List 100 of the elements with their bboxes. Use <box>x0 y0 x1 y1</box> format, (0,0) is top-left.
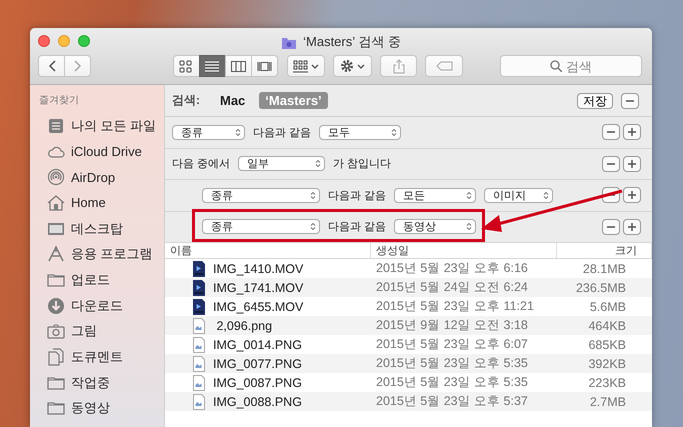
close-button[interactable] <box>38 35 50 47</box>
movie-file-icon <box>193 260 205 276</box>
sidebar-item[interactable]: 데스크탑 <box>39 216 164 242</box>
updown-icon <box>466 222 472 232</box>
add-button[interactable] <box>623 218 641 235</box>
updown-icon <box>543 190 550 200</box>
tag-icon <box>436 61 452 71</box>
sidebar-item[interactable]: Home <box>39 190 164 216</box>
view-mode-button[interactable] <box>225 55 252 77</box>
sidebar-item[interactable]: 동영상 <box>39 396 164 422</box>
popup-menu[interactable]: 이미지 <box>484 188 554 203</box>
sidebar-item[interactable]: 다운로드 <box>39 292 164 318</box>
view-mode-button[interactable] <box>173 55 200 77</box>
popup-menu[interactable]: 모두 <box>319 124 402 140</box>
columns-icon <box>231 60 246 72</box>
sidebar-item[interactable]: iCloud Drive <box>39 138 164 164</box>
size-cell-text: 464KB <box>587 318 627 332</box>
minus-icon <box>626 100 634 102</box>
file-name[interactable]: IMG_6455.MOV <box>165 298 365 314</box>
file-name[interactable]: 2,096.png <box>165 318 365 334</box>
size-cell-text: 392KB <box>587 356 627 370</box>
size-cell-text: 236.5MB <box>574 280 627 294</box>
date-cell-text: 2015년 5월 23일 오후 6:07 <box>375 336 529 353</box>
group-suffix-label: 가 참입니다 <box>333 157 392 172</box>
add-button[interactable] <box>623 156 641 172</box>
operator-label: 다음과 같음 <box>253 126 312 140</box>
search-field[interactable]: 검색 <box>500 55 642 77</box>
sidebar-item[interactable]: 나의 모든 파일 <box>39 113 164 139</box>
updown-icon <box>310 222 316 232</box>
remove-button[interactable] <box>602 218 620 235</box>
save-button[interactable]: 저장 <box>577 92 613 108</box>
view-mode-button[interactable] <box>251 55 278 77</box>
minus-icon <box>607 194 615 196</box>
sidebar-item[interactable]: 작업중 <box>39 370 164 396</box>
group-prefix-label: 다음 중에서 <box>172 157 230 172</box>
chevron-left-icon <box>46 59 56 73</box>
grid-icon <box>179 60 194 72</box>
file-name[interactable]: IMG_1741.MOV <box>165 280 365 296</box>
file-name[interactable]: IMG_0014.PNG <box>165 336 365 352</box>
popup-menu[interactable]: 종류 <box>202 188 320 203</box>
plus-icon <box>628 191 636 200</box>
file-name[interactable]: IMG_0087.PNG <box>165 374 365 390</box>
operator-label: 다음과 같음 <box>328 220 386 234</box>
sidebar-item[interactable]: 도큐멘트 <box>39 344 164 370</box>
file-name[interactable]: IMG_0088.PNG <box>165 394 365 410</box>
date-cell-text: 2015년 9월 12일 오전 3:18 <box>375 317 529 334</box>
size-cell-text: 2.7MB <box>588 394 627 408</box>
camera-icon <box>47 322 65 340</box>
date-cell-text: 2015년 5월 23일 오후 5:37 <box>375 393 529 410</box>
document-tray-icon <box>47 116 65 135</box>
size-cell-text: 223KB <box>587 376 627 390</box>
column-header[interactable]: 크기 <box>557 243 652 258</box>
popup-menu[interactable]: 모든 <box>394 188 476 203</box>
sidebar-item[interactable]: 그림 <box>39 318 164 344</box>
minus-icon <box>607 162 615 165</box>
list-icon <box>205 60 220 72</box>
search-scope-button[interactable]: Mac <box>214 92 252 109</box>
download-icon <box>47 296 65 315</box>
arrange-button[interactable] <box>287 55 325 77</box>
sidebar-item[interactable]: 응용 프로그램 <box>39 241 164 268</box>
date-cell-text: 2015년 5월 23일 오후 5:35 <box>375 374 529 391</box>
date-cell-text: 2015년 5월 23일 오후 5:35 <box>375 355 529 372</box>
popup-menu[interactable]: 일부 <box>238 156 326 172</box>
remove-button[interactable] <box>602 156 620 172</box>
documents-icon <box>47 348 65 366</box>
add-button[interactable] <box>623 187 641 204</box>
file-name[interactable]: IMG_1410.MOV <box>165 260 365 276</box>
date-cell-text: 2015년 5월 24일 오전 6:24 <box>375 279 529 296</box>
date-cell-text: 2015년 5월 23일 오후 6:16 <box>375 260 529 277</box>
cover-flow-icon <box>257 60 272 72</box>
updown-icon <box>235 128 241 137</box>
column-header[interactable]: 생성일 <box>371 243 557 258</box>
remove-button[interactable] <box>602 124 620 140</box>
popup-menu[interactable]: 종류 <box>202 219 320 234</box>
popup-menu[interactable]: 종류 <box>172 124 245 140</box>
add-button[interactable] <box>623 124 641 140</box>
updown-icon <box>310 190 316 200</box>
file-name[interactable]: IMG_0077.PNG <box>165 356 365 372</box>
column-header[interactable]: 이름 <box>165 243 371 258</box>
minus-icon <box>607 226 615 228</box>
window-title: ‘Masters’ 검색 중 <box>303 33 401 51</box>
view-mode-button[interactable] <box>199 55 226 77</box>
search-scope-label: 검색: <box>172 92 200 109</box>
movie-file-icon <box>193 280 205 296</box>
date-cell-text: 2015년 5월 23일 오후 11:21 <box>375 298 535 315</box>
size-cell-text: 5.6MB <box>588 300 627 314</box>
sidebar-item[interactable]: 업로드 <box>39 267 164 293</box>
remove-button[interactable] <box>621 92 639 108</box>
sidebar-item[interactable]: AirDrop <box>39 164 164 190</box>
action-button[interactable] <box>333 55 372 77</box>
movie-file-icon <box>193 298 205 314</box>
minus-icon <box>607 131 615 134</box>
back-button[interactable] <box>38 55 65 77</box>
chevron-right-icon <box>72 59 82 73</box>
plus-icon <box>628 160 636 168</box>
grid-icon <box>293 60 308 72</box>
sidebar-heading: 즐겨찾기 <box>39 94 80 108</box>
updown-icon <box>391 128 398 137</box>
popup-menu[interactable]: 동영상 <box>394 219 476 234</box>
airdrop-icon <box>47 168 65 186</box>
